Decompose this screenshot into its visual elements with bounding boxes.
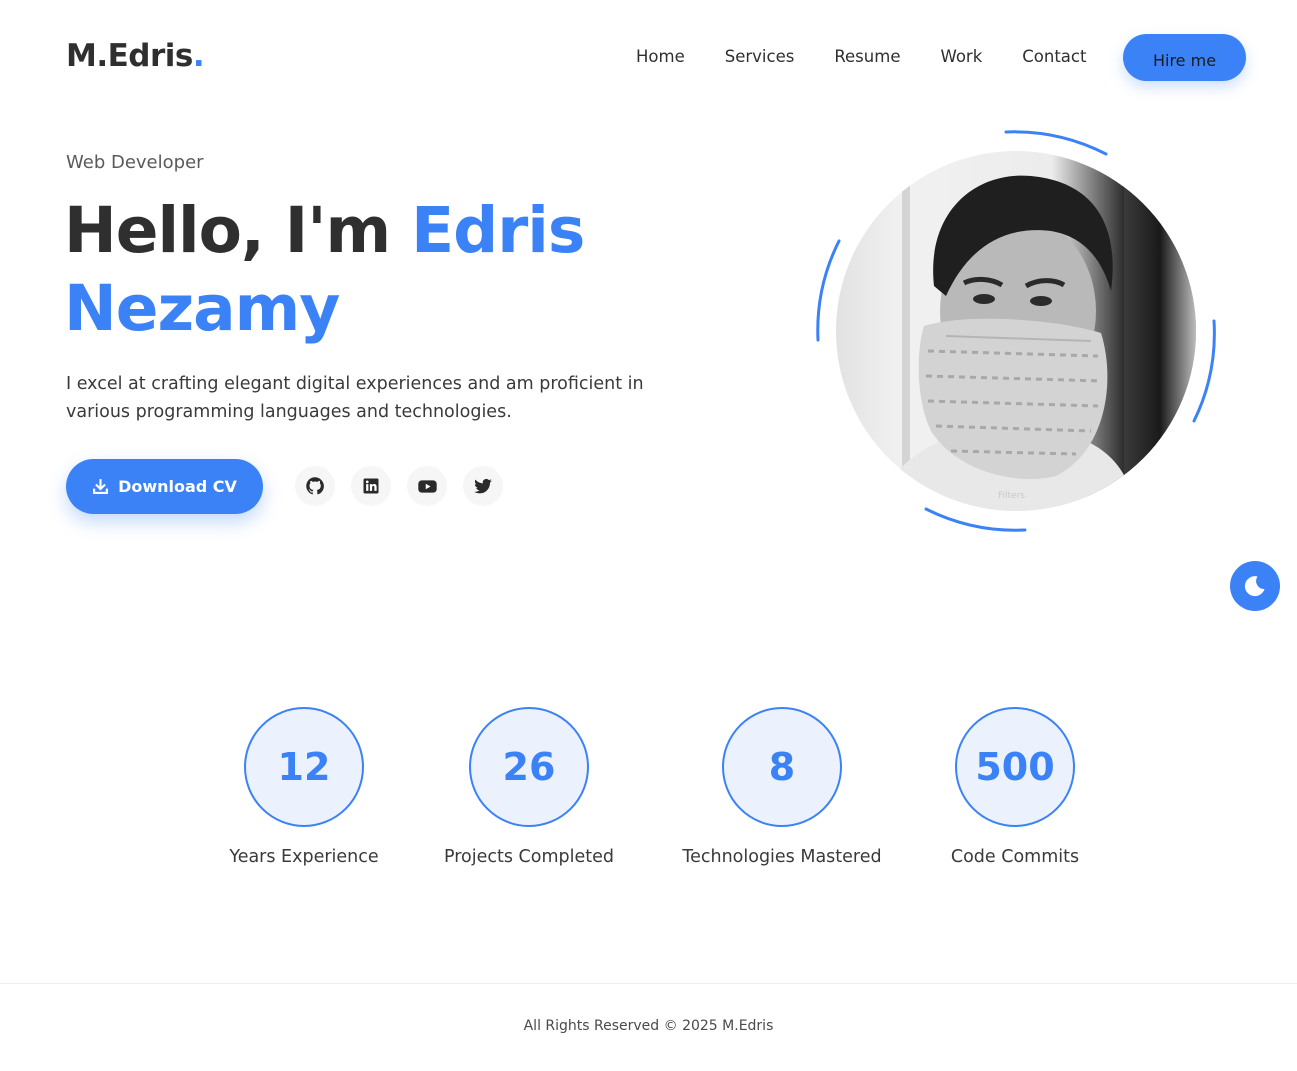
stat-label: Years Experience (229, 847, 379, 867)
stat-value: 500 (955, 707, 1075, 827)
twitter-link[interactable] (463, 466, 503, 506)
hero-description: I excel at crafting elegant digital expe… (66, 374, 644, 422)
download-cv-label: Download CV (118, 477, 237, 496)
download-icon (93, 479, 108, 494)
hero-title-prefix: Hello, I'm (64, 194, 412, 267)
stat-value: 26 (469, 707, 589, 827)
logo-dot: . (192, 38, 205, 74)
profile-photo-image (836, 151, 1196, 511)
stat-technologies-mastered: 8 Technologies Mastered (662, 707, 902, 867)
nav-home[interactable]: Home (636, 47, 685, 66)
github-link[interactable] (295, 466, 335, 506)
avatar-caption: Filters (998, 491, 1025, 501)
footer-divider (0, 983, 1297, 984)
hire-me-button[interactable]: Hire me (1123, 34, 1246, 81)
nav-work[interactable]: Work (940, 47, 982, 66)
moon-icon (1244, 576, 1265, 597)
stat-value: 12 (244, 707, 364, 827)
hero-title: Hello, I'm Edris Nezamy (64, 192, 704, 348)
linkedin-link[interactable] (351, 466, 391, 506)
theme-toggle-button[interactable] (1230, 561, 1280, 611)
stat-value: 8 (722, 707, 842, 827)
logo[interactable]: M.Edris. (66, 38, 205, 74)
linkedin-icon (363, 478, 379, 494)
stat-label: Projects Completed (443, 847, 614, 867)
logo-text: M.Edris (66, 38, 193, 74)
site-header: M.Edris. Home Services Resume Work Conta… (0, 0, 1297, 115)
social-links (295, 466, 519, 506)
download-cv-button[interactable]: Download CV (66, 459, 263, 514)
stat-years-experience: 12 Years Experience (184, 707, 424, 867)
footer-copyright: All Rights Reserved © 2025 M.Edris (523, 1018, 774, 1034)
stat-projects-completed: 26 Projects Completed (409, 707, 649, 867)
stat-code-commits: 500 Code Commits (895, 707, 1135, 867)
stat-label: Code Commits (950, 847, 1080, 867)
main-nav: Home Services Resume Work Contact (636, 47, 1126, 66)
github-icon (306, 477, 324, 495)
hero-subtitle: Web Developer (66, 152, 204, 173)
avatar-container: Filters (806, 121, 1226, 541)
nav-contact[interactable]: Contact (1022, 47, 1086, 66)
twitter-icon (474, 478, 492, 494)
stat-label: Technologies Mastered (682, 847, 882, 867)
youtube-icon (417, 479, 437, 493)
youtube-link[interactable] (407, 466, 447, 506)
profile-photo (836, 151, 1196, 511)
nav-resume[interactable]: Resume (834, 47, 900, 66)
nav-services[interactable]: Services (725, 47, 795, 66)
